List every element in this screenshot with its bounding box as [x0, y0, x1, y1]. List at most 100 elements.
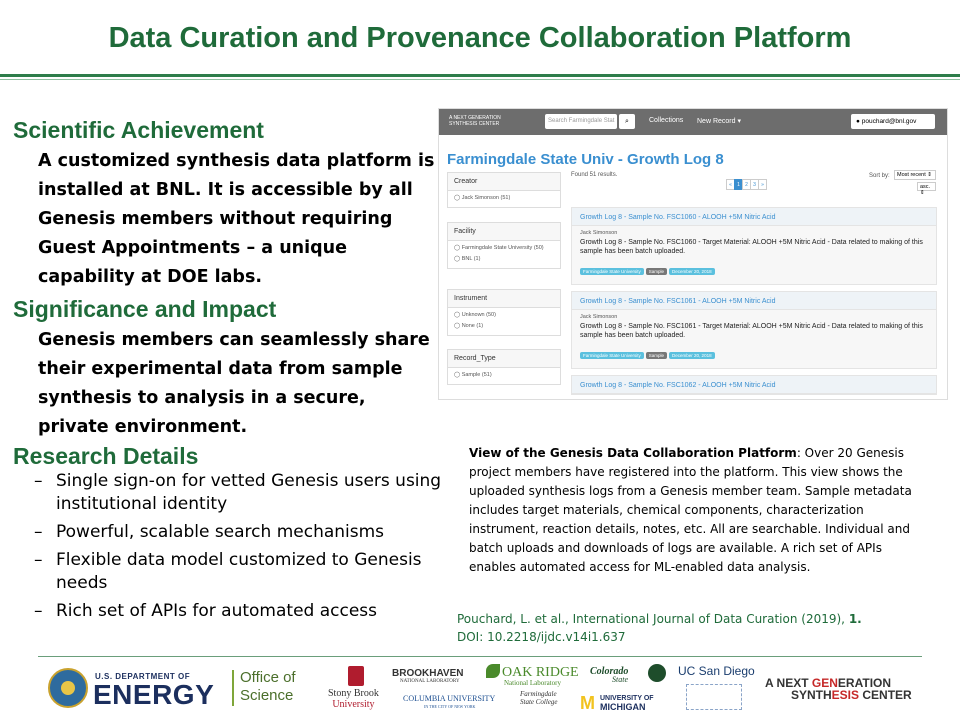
nextgen-logo[interactable]: A NEXT GENERATION SYNTHESIS CENTER: [449, 115, 529, 127]
record-card: Growth Log 8 - Sample No. FSC1060 - ALOO…: [571, 207, 937, 285]
list-item: – Single sign-on for vetted Genesis users…: [34, 470, 444, 516]
facet-heading: Facility: [448, 223, 560, 241]
ucsd-logo: UC San Diego: [678, 664, 755, 678]
brookhaven-logo: BROOKHAVEN: [392, 668, 464, 679]
michigan-line2: MICHIGAN: [600, 702, 646, 712]
stonybrook-logo: Stony Brook University: [328, 688, 379, 710]
farmingdale-line1: Farmingdale: [520, 690, 557, 698]
sort-label: Sort by:: [869, 173, 890, 179]
facet-option[interactable]: ◯ Jack Simonson (51): [448, 191, 560, 207]
columbia-sub: IN THE CITY OF NEW YORK: [424, 704, 476, 709]
farmingdale-line2: State College: [520, 698, 558, 706]
platform-navbar: A NEXT GENERATION SYNTHESIS CENTER Searc…: [439, 109, 947, 135]
facet-option[interactable]: ◯ None (1): [448, 319, 560, 335]
nav-collections[interactable]: Collections: [649, 117, 683, 124]
bullet-dash: –: [34, 550, 43, 570]
office-line1: Office of: [240, 669, 296, 686]
bullet-text: Flexible data model customized to Genesi…: [56, 550, 422, 593]
caption-lead: View of the Genesis Data Collaboration P…: [469, 446, 797, 460]
nextgen-esis: ESIS: [831, 688, 860, 702]
record-title-link[interactable]: Growth Log 8 - Sample No. FSC1061 - ALOO…: [572, 292, 936, 310]
nextgen-synthesis-center-logo: A NEXT GENERATION SYNTHESIS CENTER: [765, 677, 912, 701]
tag-facility[interactable]: Farmingdale State University: [580, 352, 644, 359]
facet-option-label: Jack Simonson (51): [461, 195, 511, 201]
michigan-logo: UNIVERSITY OF MICHIGAN: [600, 695, 654, 712]
nextgen-center: CENTER: [859, 688, 912, 702]
columbia-logo: COLUMBIA UNIVERSITY: [403, 694, 496, 703]
facet-option[interactable]: ◯ BNL (1): [448, 252, 560, 268]
title-rule: [0, 74, 960, 77]
heading-scientific-achievement: Scientific Achievement: [13, 117, 264, 143]
record-title-link[interactable]: Growth Log 8 - Sample No. FSC1062 - ALOO…: [572, 376, 936, 394]
ornl-leaf-icon: [486, 664, 500, 678]
user-menu[interactable]: ● pouchard@bnl.gov: [851, 114, 935, 129]
stonybrook-line2: University: [332, 699, 375, 710]
facet-option-label: Sample (51): [461, 372, 492, 378]
facet-heading: Record_Type: [448, 350, 560, 368]
results-count: Found 51 results.: [571, 172, 618, 178]
facet-option-label: None (1): [461, 323, 484, 329]
bullet-text: Powerful, scalable search mechanisms: [56, 522, 385, 542]
facet-option-label: Unknown (50): [461, 312, 496, 318]
facet-creator: Creator ◯ Jack Simonson (51): [447, 172, 561, 208]
sort-select[interactable]: Most recent ⇕: [894, 170, 936, 180]
stonybrook-line1: Stony Brook: [328, 688, 379, 699]
office-line2: Science: [240, 687, 294, 704]
record-author: Jack Simonson: [580, 230, 618, 236]
nav-new-record[interactable]: New Record ▾: [697, 117, 741, 125]
tag-date[interactable]: December 20, 2018: [669, 352, 715, 359]
research-details-list: – Single sign-on for vetted Genesis users…: [34, 470, 444, 628]
partner-logos: U.S. DEPARTMENT OF ENERGY Office of Scien…: [0, 660, 960, 720]
facet-option-label: BNL (1): [461, 256, 481, 262]
bullet-text: Single sign-on for vetted Genesis users …: [56, 471, 442, 514]
platform-screenshot: A NEXT GENERATION SYNTHESIS CENTER Searc…: [438, 108, 948, 400]
doe-logo: ENERGY: [93, 679, 215, 710]
search-icon: ⌕: [625, 118, 629, 125]
slide-title: Data Curation and Provenance Collaborati…: [108, 22, 852, 54]
facet-option[interactable]: ◯ Unknown (50): [448, 308, 560, 319]
tag-type[interactable]: Sample: [645, 352, 668, 359]
bullet-dash: –: [34, 601, 43, 621]
search-input[interactable]: Search Farmingdale Stat: [545, 114, 617, 129]
brookhaven-sub: NATIONAL LABORATORY: [400, 679, 460, 684]
user-email: pouchard@bnl.gov: [861, 118, 917, 125]
bullet-text: Rich set of APIs for automated access: [56, 601, 378, 621]
ornl-sub: National Laboratory: [504, 679, 561, 687]
record-tags: Farmingdale State University Sample Decemb…: [572, 342, 936, 368]
title-rule-thin: [0, 79, 960, 80]
citation: Pouchard, L. et al., International Journ…: [457, 610, 927, 646]
citation-doi[interactable]: DOI: 10.2218/ijdc.v14i1.637: [457, 630, 626, 644]
heading-research-details: Research Details: [13, 443, 199, 469]
facet-option[interactable]: ◯ Farmingdale State University (50): [448, 241, 560, 252]
list-item: – Flexible data model customized to Genes…: [34, 549, 444, 595]
list-item: – Powerful, scalable search mechanisms: [34, 521, 444, 544]
record-page-title: Farmingdale State Univ - Growth Log 8: [447, 151, 724, 168]
screenshot-caption: View of the Genesis Data Collaboration P…: [469, 444, 924, 577]
stonybrook-icon: [348, 666, 364, 686]
record-title-link[interactable]: Growth Log 8 - Sample No. FSC1060 - ALOO…: [572, 208, 936, 226]
doe-seal-icon: [48, 668, 88, 708]
office-of-science-logo: Office of Science: [240, 669, 296, 705]
facet-option[interactable]: ◯ Sample (51): [448, 368, 560, 384]
bullet-dash: –: [34, 522, 43, 542]
tag-type[interactable]: Sample: [645, 268, 668, 275]
page-next[interactable]: »: [758, 179, 767, 190]
tag-facility[interactable]: Farmingdale State University: [580, 268, 644, 275]
pagination: «1 2 3»: [726, 173, 767, 191]
citation-text: Pouchard, L. et al., International Journ…: [457, 612, 849, 626]
achievement-body: A customized synthesis data platform is …: [38, 151, 435, 287]
record-card: Growth Log 8 - Sample No. FSC1061 - ALOO…: [571, 291, 937, 369]
facet-heading: Creator: [448, 173, 560, 191]
facet-heading: Instrument: [448, 290, 560, 308]
logo-separator: [232, 670, 234, 706]
record-card: Growth Log 8 - Sample No. FSC1062 - ALOO…: [571, 375, 937, 395]
facet-facility: Facility ◯ Farmingdale State University …: [447, 222, 561, 269]
tag-date[interactable]: December 20, 2018: [669, 268, 715, 275]
building-sketch-logo: [686, 684, 742, 710]
record-author: Jack Simonson: [580, 314, 618, 320]
sort-order-select[interactable]: asc. ⇕: [917, 182, 936, 196]
search-button[interactable]: ⌕: [619, 114, 635, 129]
record-description: Growth Log 8 - Sample No. FSC1061 - Targ…: [580, 323, 923, 339]
facet-instrument: Instrument ◯ Unknown (50) ◯ None (1): [447, 289, 561, 336]
michigan-block-m-icon: M: [580, 693, 595, 713]
